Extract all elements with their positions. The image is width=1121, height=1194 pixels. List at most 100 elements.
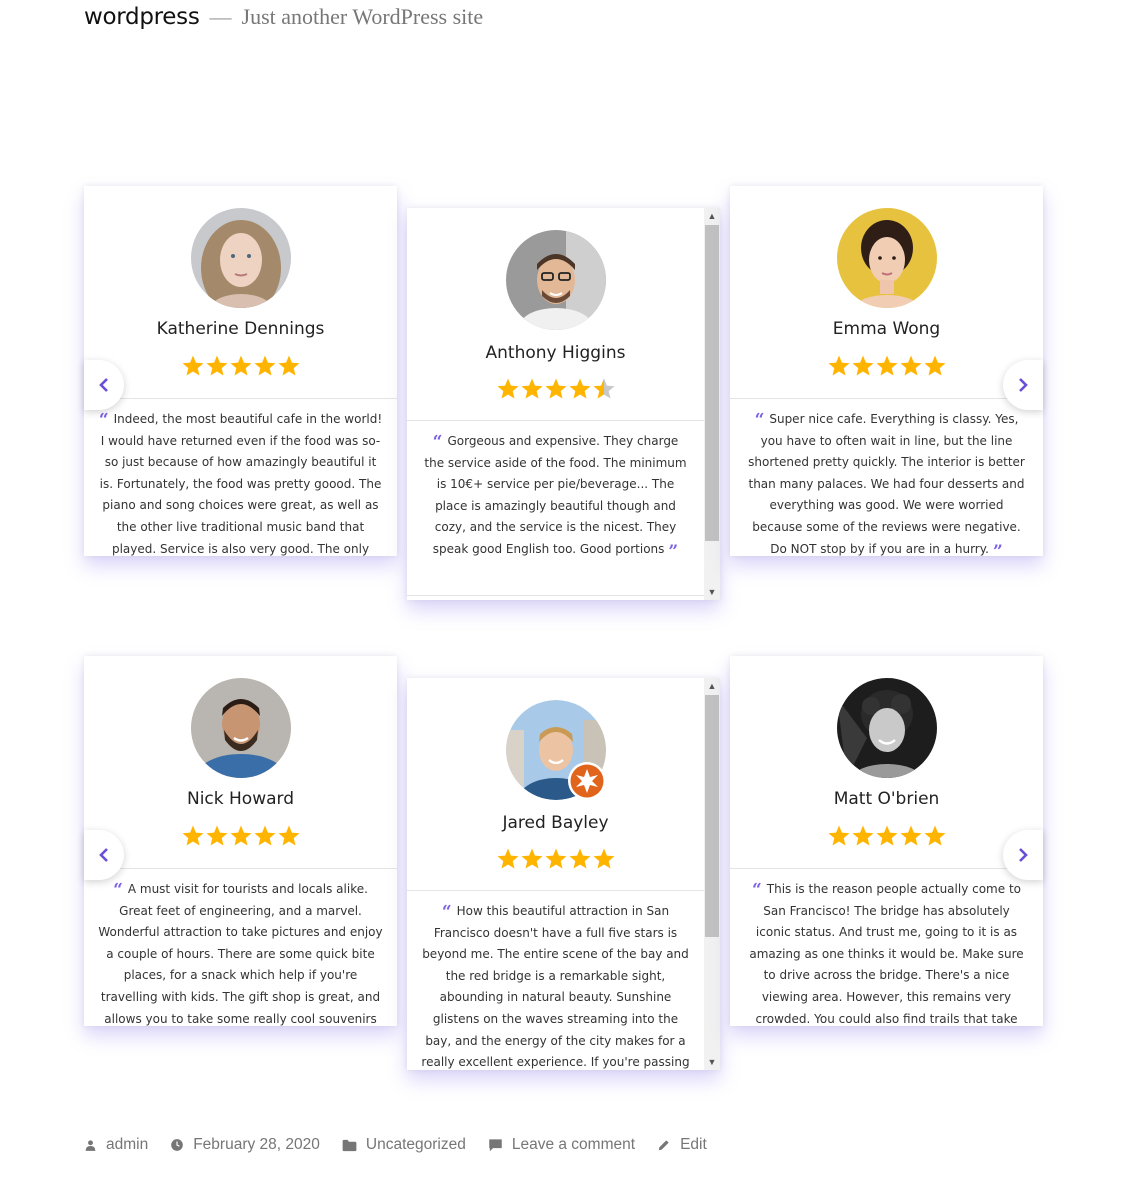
entry-meta: admin February 28, 2020 Uncategorized Le…	[84, 1136, 729, 1154]
reviewer-name: Jared Bayley	[502, 813, 609, 833]
star-icon	[900, 355, 921, 376]
star-icon	[593, 848, 614, 869]
star-icon	[206, 355, 227, 376]
scroll-up-arrow-icon[interactable]: ▲	[704, 208, 720, 224]
star-icon	[521, 848, 542, 869]
scrollbar[interactable]: ▲ ▼	[704, 208, 720, 600]
meta-edit: Edit	[657, 1136, 707, 1154]
review-text: “Gorgeous and expensive. They charge the…	[424, 432, 687, 562]
divider	[84, 398, 397, 399]
review-text: “Indeed, the most beautiful cafe in the …	[98, 410, 383, 556]
clock-icon	[171, 1139, 184, 1151]
leave-comment-link[interactable]: Leave a comment	[512, 1136, 635, 1154]
star-icon	[278, 825, 299, 846]
star-icon	[569, 378, 590, 399]
scroll-down-arrow-icon[interactable]: ▼	[704, 584, 720, 600]
scroll-down-arrow-icon[interactable]: ▼	[704, 1054, 720, 1070]
divider	[407, 420, 704, 421]
reviewer-name: Emma Wong	[832, 319, 941, 339]
avatar	[836, 678, 937, 778]
meta-date: February 28, 2020	[170, 1136, 320, 1154]
testimonial-slider-1: Katherine Dennings “Indeed, the most bea…	[84, 186, 1043, 626]
chevron-right-icon	[1019, 378, 1028, 392]
star-icon	[900, 825, 921, 846]
badge-icon	[567, 762, 606, 800]
testimonial-card-active: Anthony Higgins “Gorgeous and expensive.…	[407, 208, 720, 600]
divider	[730, 868, 1043, 869]
close-quote-icon: ”	[668, 541, 679, 562]
star-icon	[828, 825, 849, 846]
close-quote-icon: ”	[992, 541, 1003, 556]
star-icon	[254, 355, 275, 376]
star-icon	[828, 355, 849, 376]
site-title[interactable]: wordpress	[84, 4, 200, 30]
star-icon	[545, 848, 566, 869]
open-quote-icon: “	[751, 880, 762, 900]
testimonial-card: Emma Wong “Super nice cafe. Everything i…	[730, 186, 1043, 556]
star-icon	[876, 355, 897, 376]
pencil-icon	[658, 1140, 669, 1151]
comment-icon	[489, 1139, 502, 1152]
star-icon	[230, 825, 251, 846]
avatar	[190, 678, 291, 778]
testimonial-card: Matt O'brien “This is the reason people …	[730, 656, 1043, 1026]
open-quote-icon: “	[98, 410, 109, 430]
meta-author: admin	[84, 1136, 148, 1154]
open-quote-icon: “	[754, 410, 765, 430]
open-quote-icon: “	[441, 902, 452, 922]
star-icon	[497, 848, 518, 869]
star-icon	[924, 825, 945, 846]
star-icon	[230, 355, 251, 376]
star-icon	[206, 825, 227, 846]
scroll-thumb[interactable]	[705, 225, 719, 541]
star-icon	[182, 355, 203, 376]
reviewer-name: Nick Howard	[186, 789, 295, 809]
divider	[407, 890, 704, 891]
category-link[interactable]: Uncategorized	[366, 1136, 466, 1154]
review-text: “How this beautiful attraction in San Fr…	[421, 902, 690, 1070]
star-icon	[593, 378, 614, 399]
scroll-up-arrow-icon[interactable]: ▲	[704, 678, 720, 694]
review-text: “This is the reason people actually come…	[749, 880, 1024, 1026]
edit-link[interactable]: Edit	[680, 1136, 707, 1154]
testimonial-card: Nick Howard “A must visit for tourists a…	[84, 656, 397, 1026]
star-icon	[545, 378, 566, 399]
testimonial-card-active: Jared Bayley “How this beautiful attract…	[407, 678, 720, 1070]
person-icon	[85, 1139, 96, 1151]
star-icon	[278, 355, 299, 376]
chevron-left-icon	[99, 848, 108, 862]
star-rating	[84, 824, 397, 852]
testimonial-card: Katherine Dennings “Indeed, the most bea…	[84, 186, 397, 556]
star-icon	[852, 355, 873, 376]
chevron-left-icon	[99, 378, 108, 392]
reviewer-name: Katherine Dennings	[156, 319, 325, 339]
star-icon	[569, 848, 590, 869]
meta-comment: Leave a comment	[488, 1136, 635, 1154]
star-icon	[254, 825, 275, 846]
scrollbar[interactable]: ▲ ▼	[704, 678, 720, 1070]
reviewer-name: Anthony Higgins	[485, 343, 626, 363]
star-icon	[497, 378, 518, 399]
star-rating	[730, 824, 1043, 852]
author-link[interactable]: admin	[106, 1136, 148, 1154]
star-rating	[407, 847, 704, 875]
date-link[interactable]: February 28, 2020	[193, 1136, 320, 1154]
open-quote-icon: “	[432, 432, 443, 452]
star-rating	[84, 354, 397, 382]
divider	[730, 398, 1043, 399]
folder-icon	[342, 1139, 357, 1151]
reviewer-name: Matt O'brien	[833, 789, 940, 809]
divider	[84, 868, 397, 869]
avatar	[190, 208, 291, 308]
scroll-thumb[interactable]	[705, 695, 719, 937]
star-rating	[407, 377, 704, 405]
avatar	[836, 208, 937, 308]
star-rating	[730, 354, 1043, 382]
star-icon	[521, 378, 542, 399]
star-icon	[852, 825, 873, 846]
divider	[407, 595, 704, 596]
site-header: wordpress — Just another WordPress site	[84, 4, 483, 30]
review-text: “A must visit for tourists and locals al…	[98, 880, 383, 1026]
open-quote-icon: “	[113, 880, 123, 900]
testimonial-slider-2: Nick Howard “A must visit for tourists a…	[84, 656, 1043, 1096]
